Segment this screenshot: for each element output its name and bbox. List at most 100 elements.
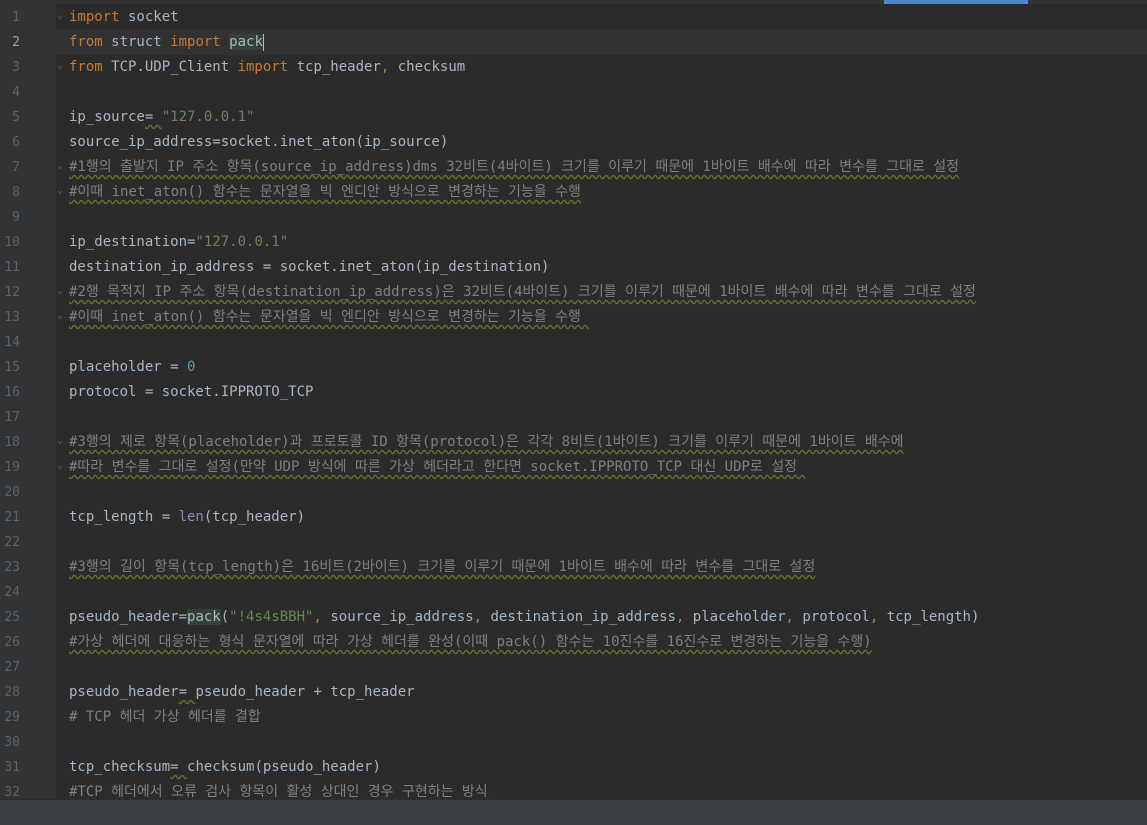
code-line[interactable]: 31 tcp_checksum= checksum(pseudo_header) (0, 755, 1147, 780)
code-token: pseudo_header= (69, 609, 188, 625)
code-text: #이때 inet_aton() 함수는 문자열을 빅 엔디안 방식으로 변경하는… (69, 180, 581, 205)
code-line[interactable]: 29 # TCP 헤더 가상 헤더를 결합 (0, 705, 1147, 730)
code-line[interactable]: 21 tcp_length = len(tcp_header) (0, 505, 1147, 530)
code-line[interactable]: 6 source_ip_address=socket.inet_aton(ip_s… (0, 130, 1147, 155)
line-number: 10 (4, 235, 20, 250)
fold-marker-icon[interactable]: ⌄ (57, 11, 66, 21)
line-number: 6 (12, 135, 20, 150)
code-token: "127.0.0.1" (161, 109, 255, 125)
code-line[interactable]: 5 ip_source= "127.0.0.1" (0, 105, 1147, 130)
code-line[interactable]: 7 ⌄ #1행의 출발지 IP 주소 항목(source_ip_address)dm… (0, 155, 1147, 180)
code-line[interactable]: 26 #가상 헤더에 대응하는 형식 문자열에 따라 가상 헤더를 완성(이때 p… (0, 630, 1147, 655)
code-token: struct (102, 34, 171, 50)
code-line[interactable]: 13 ⌄ #이때 inet_aton() 함수는 문자열을 빅 엔디안 방식으로 변… (0, 305, 1147, 330)
line-number: 29 (4, 710, 20, 725)
code-token: # TCP 헤더 가상 헤더를 결합 (69, 709, 261, 725)
code-line[interactable]: 14 (0, 330, 1147, 355)
code-line[interactable]: 20 (0, 480, 1147, 505)
line-number: 20 (4, 485, 20, 500)
code-line[interactable]: 9 (0, 205, 1147, 230)
code-line[interactable]: 22 (0, 530, 1147, 555)
fold-marker-icon[interactable]: ⌄ (57, 461, 66, 471)
horizontal-scrollbar[interactable] (0, 800, 1147, 825)
code-text: placeholder = 0 (69, 355, 195, 380)
code-token: ip_source (69, 109, 145, 125)
code-text: # TCP 헤더 가상 헤더를 결합 (69, 705, 261, 730)
code-line[interactable]: 12 ⌄ #2행 목적지 IP 주소 항목(destination_ip_addre… (0, 280, 1147, 305)
code-token: from (69, 34, 103, 50)
code-editor[interactable]: 1 ⌄ import socket 2 from struct import pack 3… (0, 5, 1147, 800)
code-line[interactable]: 18 ⌄ #3행의 제로 항목(placeholder)과 프로토콜 ID 항목(p… (0, 430, 1147, 455)
fold-marker-icon[interactable]: ⌄ (57, 286, 66, 296)
code-line[interactable]: 15 placeholder = 0 (0, 355, 1147, 380)
line-number: 28 (4, 685, 20, 700)
code-line[interactable]: 16 protocol = socket.IPPROTO_TCP (0, 380, 1147, 405)
code-token: destination_ip_address = socket.inet_ato… (69, 259, 550, 275)
code-line[interactable]: 1 ⌄ import socket (0, 5, 1147, 30)
line-number: 27 (4, 660, 20, 675)
code-token: tcp_header (288, 59, 381, 75)
code-token: (tcp_header) (203, 509, 306, 525)
code-token: , (313, 609, 322, 625)
line-number: 14 (4, 335, 20, 350)
code-token: = (170, 759, 188, 775)
code-text: #2행 목적지 IP 주소 항목(destination_ip_address)… (69, 280, 976, 305)
code-line[interactable]: 10 ip_destination="127.0.0.1" (0, 230, 1147, 255)
fold-marker-icon[interactable]: ⌄ (57, 161, 66, 171)
fold-marker-icon[interactable]: ⌄ (57, 436, 66, 446)
line-number: 9 (12, 210, 20, 225)
code-token: #이때 inet_aton() 함수는 문자열을 빅 엔디안 방식으로 변경하는… (69, 184, 581, 200)
code-token: , (473, 609, 483, 625)
code-text: tcp_checksum= checksum(pseudo_header) (69, 755, 381, 780)
code-text: pseudo_header= pseudo_header + tcp_heade… (69, 680, 415, 705)
fold-marker-icon[interactable]: ⌄ (57, 186, 66, 196)
code-line[interactable]: 19 ⌄ #따라 변수를 그대로 설정(만약 UDP 방식에 따른 가상 헤더라고 … (0, 455, 1147, 480)
code-text: #3행의 제로 항목(placeholder)과 프로토콜 ID 항목(prot… (69, 430, 904, 455)
code-text: #3행의 길이 항목(tcp_length)은 16비트(2바이트) 크기를 이… (69, 555, 815, 580)
code-line[interactable]: 2 from struct import pack (0, 30, 1147, 55)
code-line[interactable]: 8 ⌄ #이때 inet_aton() 함수는 문자열을 빅 엔디안 방식으로 변경… (0, 180, 1147, 205)
code-line[interactable]: 25 pseudo_header=pack("!4s4sBBH", source_… (0, 605, 1147, 630)
code-token: #3행의 길이 항목(tcp_length)은 16비트(2바이트) 크기를 이… (69, 559, 816, 575)
code-token: "!4s4sBBH" (229, 609, 314, 625)
line-number: 18 (4, 435, 20, 450)
code-token: protocol = socket.IPPROTO_TCP (69, 384, 314, 400)
code-token: #2행 목적지 IP 주소 항목(destination_ip_address)… (69, 284, 976, 300)
code-token: = (178, 684, 196, 700)
line-number: 3 (12, 60, 20, 75)
code-token: len (178, 509, 204, 525)
code-token: = (144, 109, 162, 125)
line-number: 2 (12, 35, 20, 50)
line-number: 8 (12, 185, 20, 200)
code-line[interactable]: 27 (0, 655, 1147, 680)
code-token: "127.0.0.1" (195, 234, 289, 250)
code-token: import (237, 59, 289, 75)
code-token: tcp_length = (69, 509, 179, 525)
scroll-position-indicator[interactable] (884, 0, 1028, 4)
line-number: 11 (4, 260, 20, 275)
code-token: pseudo_header + tcp_header (195, 684, 415, 700)
code-line[interactable]: 11 destination_ip_address = socket.inet_a… (0, 255, 1147, 280)
code-text: from TCP.UDP_Client import tcp_header, c… (69, 55, 465, 80)
code-line[interactable]: 3 ⌄ from TCP.UDP_Client import tcp_header,… (0, 55, 1147, 80)
code-text: source_ip_address=socket.inet_aton(ip_so… (69, 130, 448, 155)
code-line[interactable]: 17 (0, 405, 1147, 430)
fold-marker-icon[interactable]: ⌄ (57, 61, 66, 71)
code-token: #가상 헤더에 대응하는 형식 문자열에 따라 가상 헤더를 완성(이때 pac… (69, 634, 872, 650)
code-token: placeholder = (69, 359, 188, 375)
code-line[interactable]: 4 (0, 80, 1147, 105)
code-line[interactable]: 24 (0, 580, 1147, 605)
line-number: 23 (4, 560, 20, 575)
code-line[interactable]: 23 #3행의 길이 항목(tcp_length)은 16비트(2바이트) 크기를… (0, 555, 1147, 580)
line-number: 30 (4, 735, 20, 750)
code-line[interactable]: 30 (0, 730, 1147, 755)
code-text: protocol = socket.IPPROTO_TCP (69, 380, 313, 405)
line-number: 22 (4, 535, 20, 550)
code-text: tcp_length = len(tcp_header) (69, 505, 305, 530)
line-number: 31 (4, 760, 20, 775)
text-caret (262, 33, 264, 51)
code-token: source_ip_address (321, 609, 474, 625)
code-text: #1행의 출발지 IP 주소 항목(source_ip_address)dms … (69, 155, 959, 180)
fold-marker-icon[interactable]: ⌄ (57, 311, 66, 321)
code-line[interactable]: 28 pseudo_header= pseudo_header + tcp_hea… (0, 680, 1147, 705)
